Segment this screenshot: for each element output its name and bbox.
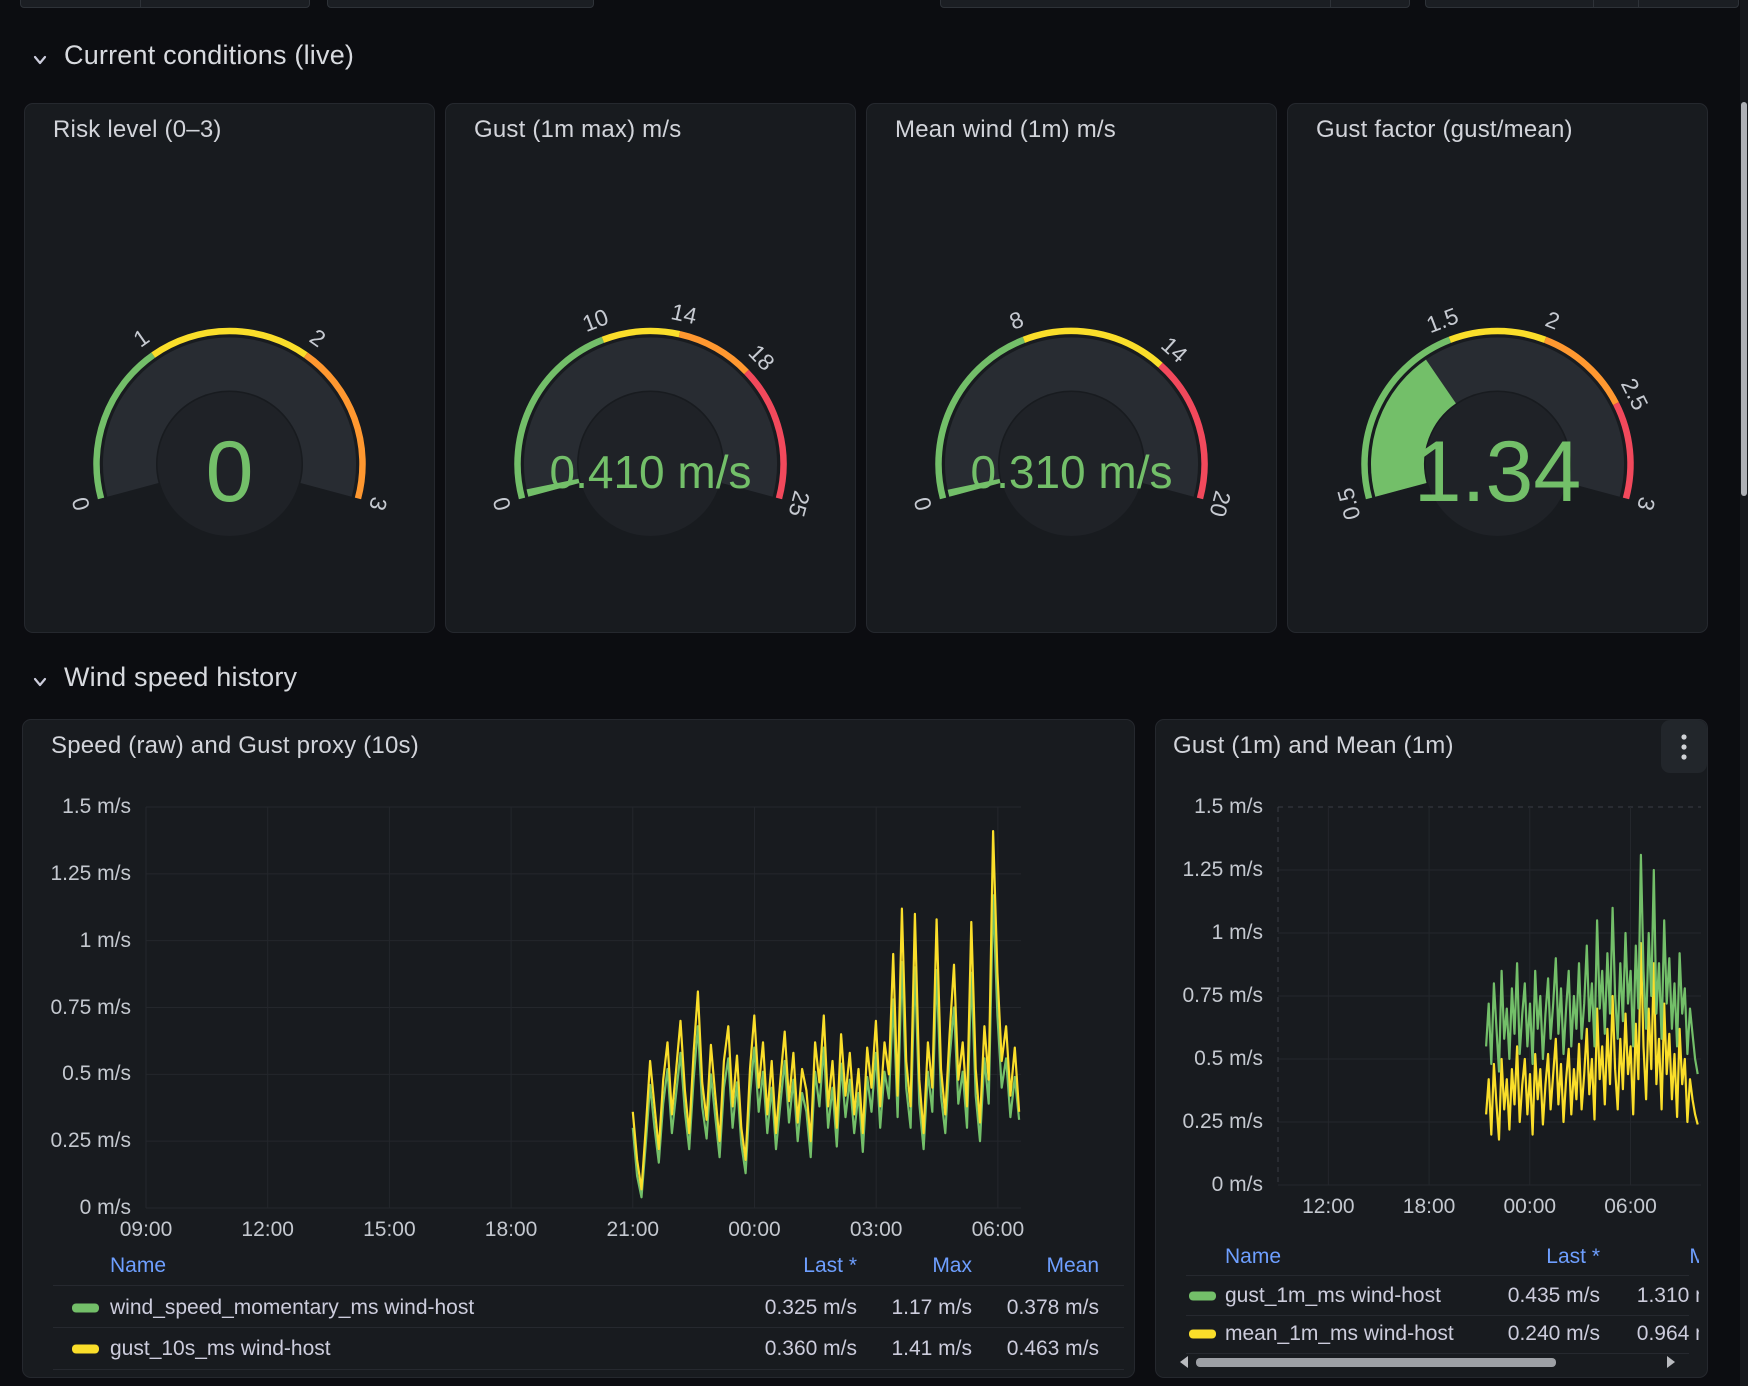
legend-series-name[interactable]: wind_speed_momentary_ms wind-host bbox=[110, 1296, 474, 1320]
gauge-tick-label: 0.5 bbox=[1332, 485, 1365, 523]
section-header-wind-speed-history[interactable]: Wind speed history bbox=[30, 662, 297, 693]
y-axis-label: 1.25 m/s bbox=[1163, 858, 1263, 882]
legend-series-swatch bbox=[72, 1304, 99, 1313]
gauge: 0 1 2 3 0 bbox=[25, 104, 434, 632]
legend-divider bbox=[53, 1369, 1124, 1370]
gauge-tick-label: 25 bbox=[783, 488, 815, 519]
y-axis-label: 0.5 m/s bbox=[31, 1062, 131, 1086]
gauge: 0.51.522.531.34 bbox=[1288, 104, 1707, 632]
x-axis-label: 09:00 bbox=[101, 1218, 191, 1242]
x-axis-label: 15:00 bbox=[344, 1218, 434, 1242]
legend-header-name[interactable]: Name bbox=[1225, 1245, 1281, 1269]
x-axis-label: 06:00 bbox=[1586, 1195, 1676, 1219]
gauge-tick-label: 1.5 bbox=[1423, 302, 1462, 338]
legend-divider bbox=[53, 1285, 1124, 1286]
gauge-tick-label: 2 bbox=[305, 324, 330, 353]
x-axis-label: 18:00 bbox=[466, 1218, 556, 1242]
legend-table: NameLast *MaxMeanwind_speed_momentary_ms… bbox=[23, 1245, 1134, 1379]
y-axis-label: 0.5 m/s bbox=[1163, 1047, 1263, 1071]
x-axis-label: 18:00 bbox=[1384, 1195, 1474, 1219]
y-axis-label: 0.75 m/s bbox=[31, 996, 131, 1020]
page-scrollbar-thumb[interactable] bbox=[1741, 102, 1747, 496]
panel-mean-wind: Mean wind (1m) m/s 0814200.310 m/s bbox=[866, 103, 1277, 633]
legend-series-swatch bbox=[1189, 1330, 1216, 1339]
toolbar-fragment-divider bbox=[1638, 0, 1639, 7]
toolbar-fragment[interactable] bbox=[327, 0, 594, 8]
gauge-value: 1.34 bbox=[1414, 424, 1581, 520]
x-axis-label: 00:00 bbox=[1485, 1195, 1575, 1219]
x-axis-label: 06:00 bbox=[953, 1218, 1043, 1242]
x-axis-label: 21:00 bbox=[588, 1218, 678, 1242]
legend-table: NameLast *Maxgust_1m_ms wind-host0.435 m… bbox=[1156, 1245, 1699, 1375]
gauge: 0101418250.410 m/s bbox=[446, 104, 855, 632]
y-axis-label: 1.5 m/s bbox=[1163, 795, 1263, 819]
panel-risk-level: Risk level (0–3) 01230 bbox=[24, 103, 435, 633]
gauge-tick-label: 3 bbox=[364, 494, 392, 513]
scroll-right-icon[interactable] bbox=[1667, 1356, 1675, 1368]
gauge: 0814200.310 m/s bbox=[867, 104, 1276, 632]
gauge-tick-label: 0 bbox=[487, 494, 515, 513]
y-axis-label: 0.25 m/s bbox=[31, 1129, 131, 1153]
toolbar-fragment[interactable] bbox=[1425, 0, 1739, 8]
chevron-down-icon bbox=[30, 46, 50, 66]
section-header-current-conditions[interactable]: Current conditions (live) bbox=[30, 40, 354, 71]
gauge-value: 0 bbox=[206, 424, 254, 520]
section-title: Wind speed history bbox=[64, 662, 297, 693]
y-axis-label: 1 m/s bbox=[1163, 921, 1263, 945]
legend-series-swatch bbox=[72, 1345, 99, 1354]
legend-value-max: 1.310 m/s bbox=[1509, 1284, 1699, 1308]
x-axis-label: 12:00 bbox=[223, 1218, 313, 1242]
y-axis-label: 0.25 m/s bbox=[1163, 1110, 1263, 1134]
section-title: Current conditions (live) bbox=[64, 40, 354, 71]
chevron-down-icon bbox=[30, 668, 50, 688]
panel-gust-and-mean: Gust (1m) and Mean (1m) 1.5 m/s1.25 m/s1… bbox=[1155, 719, 1708, 1378]
toolbar-fragment[interactable] bbox=[20, 0, 310, 8]
gauge-tick-label: 14 bbox=[669, 298, 700, 329]
legend-value-max: 0.964 m/s bbox=[1509, 1322, 1699, 1346]
legend-header-max[interactable]: Max bbox=[1509, 1245, 1699, 1269]
y-axis-label: 0 m/s bbox=[1163, 1173, 1263, 1197]
panel-gust-factor: Gust factor (gust/mean) 0.51.522.531.34 bbox=[1287, 103, 1708, 633]
gauge-tick-label: 20 bbox=[1204, 488, 1236, 519]
legend-divider bbox=[1186, 1275, 1689, 1276]
toolbar-fragment-divider bbox=[1593, 0, 1594, 7]
gauge-value: 0.310 m/s bbox=[971, 446, 1173, 498]
legend-divider bbox=[53, 1327, 1124, 1328]
y-axis-label: 0 m/s bbox=[31, 1196, 131, 1220]
y-axis-label: 1.25 m/s bbox=[31, 862, 131, 886]
legend-header-mean[interactable]: Mean bbox=[879, 1254, 1099, 1278]
y-axis-label: 1.5 m/s bbox=[31, 795, 131, 819]
toolbar-fragment[interactable] bbox=[940, 0, 1410, 8]
gauge-tick-label: 10 bbox=[579, 303, 612, 336]
gauge-tick-label: 1 bbox=[129, 324, 154, 353]
gauge-tick-label: 3 bbox=[1632, 494, 1660, 513]
legend-value-mean: 0.463 m/s bbox=[879, 1337, 1099, 1361]
grafana-dashboard: Current conditions (live) Risk level (0–… bbox=[0, 0, 1748, 1386]
legend-series-name[interactable]: gust_10s_ms wind-host bbox=[110, 1337, 331, 1361]
toolbar-fragment-divider bbox=[1330, 0, 1331, 7]
y-axis-label: 1 m/s bbox=[31, 929, 131, 953]
legend-divider bbox=[1186, 1353, 1689, 1354]
gauge-tick-label: 8 bbox=[1006, 306, 1027, 335]
gauge-tick-label: 0 bbox=[908, 494, 936, 513]
gauge-tick-label: 0 bbox=[66, 494, 94, 513]
gauge-tick-label: 2 bbox=[1542, 306, 1563, 335]
x-axis-label: 03:00 bbox=[831, 1218, 921, 1242]
scroll-left-icon[interactable] bbox=[1180, 1356, 1188, 1368]
legend-header-name[interactable]: Name bbox=[110, 1254, 166, 1278]
x-axis-label: 00:00 bbox=[709, 1218, 799, 1242]
page-scrollbar-track[interactable] bbox=[1740, 0, 1748, 1386]
legend-series-swatch bbox=[1189, 1292, 1216, 1301]
toolbar-fragment-divider bbox=[140, 0, 141, 7]
legend-divider bbox=[1186, 1315, 1689, 1316]
x-axis-label: 12:00 bbox=[1283, 1195, 1373, 1219]
gauge-value: 0.410 m/s bbox=[550, 446, 752, 498]
y-axis-label: 0.75 m/s bbox=[1163, 984, 1263, 1008]
panel-speed-raw-gust-proxy: Speed (raw) and Gust proxy (10s) 1.5 m/s… bbox=[22, 719, 1135, 1378]
panel-gust-1m-max: Gust (1m max) m/s 0101418250.410 m/s bbox=[445, 103, 856, 633]
legend-scrollbar-thumb[interactable] bbox=[1196, 1358, 1556, 1367]
legend-value-mean: 0.378 m/s bbox=[879, 1296, 1099, 1320]
